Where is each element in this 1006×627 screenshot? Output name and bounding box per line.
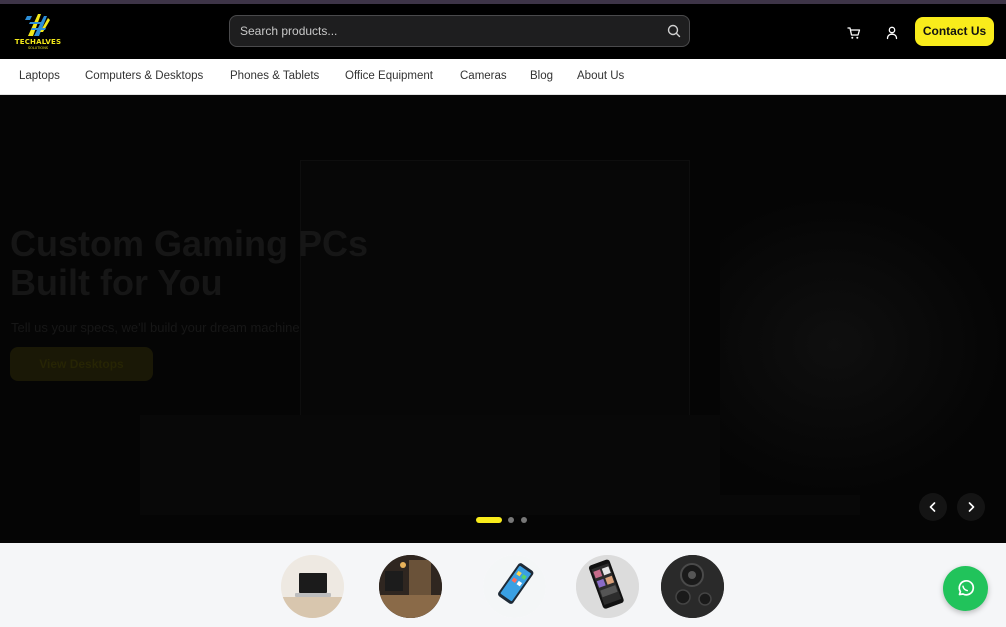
search-input[interactable] [240, 16, 660, 46]
contact-us-button[interactable]: Contact Us [915, 17, 994, 46]
hero-subtitle: Tell us your specs, we'll build your dre… [11, 320, 300, 335]
search-bar [229, 15, 690, 47]
nav-item-office-equipment[interactable]: Office Equipment [345, 70, 433, 82]
camera-category-image[interactable] [661, 555, 724, 618]
hero-background-plant [720, 195, 1006, 495]
brand-logo[interactable]: TECHALVES SOLUTIONS [10, 12, 66, 54]
view-desktops-button[interactable]: View Desktops [10, 347, 153, 381]
phone-category-image[interactable] [483, 555, 546, 618]
whatsapp-icon [958, 579, 975, 596]
nav-item-cameras[interactable]: Cameras [460, 70, 507, 82]
nav-item-about-us[interactable]: About Us [577, 70, 624, 82]
carousel-dot[interactable] [508, 517, 514, 523]
cart-icon[interactable] [846, 25, 862, 41]
nav-item-laptops[interactable]: Laptops [19, 70, 60, 82]
brand-tagline: SOLUTIONS [27, 46, 49, 50]
carousel-prev-button[interactable] [919, 493, 947, 521]
nav-item-phones-tablets[interactable]: Phones & Tablets [230, 70, 319, 82]
site-header: TECHALVES SOLUTIONS Contact Us [0, 4, 1006, 59]
laptop-category-image[interactable] [281, 555, 344, 618]
nav-item-computers-desktops[interactable]: Computers & Desktops [85, 70, 203, 82]
chevron-left-icon [929, 502, 936, 512]
chevron-right-icon [968, 502, 975, 512]
carousel-next-button[interactable] [957, 493, 985, 521]
brand-name: TECHALVES [14, 38, 62, 46]
carousel-dot[interactable] [521, 517, 527, 523]
search-icon[interactable] [667, 24, 681, 38]
tablet-category-image[interactable] [576, 555, 639, 618]
hero-title-line-2: Built for You [10, 262, 223, 303]
category-nav: Laptops Computers & Desktops Phones & Ta… [0, 59, 1006, 95]
hero-carousel: Custom Gaming PCs Built for You Tell us … [0, 95, 1006, 543]
hero-title-line-1: Custom Gaming PCs [10, 223, 369, 264]
hero-title: Custom Gaming PCs Built for You [10, 224, 430, 302]
category-strip [0, 543, 1006, 627]
whatsapp-chat-button[interactable] [943, 566, 988, 611]
desktop-category-image[interactable] [379, 555, 442, 618]
logo-mark-icon [25, 14, 50, 36]
carousel-dot-active[interactable] [476, 517, 502, 523]
user-icon[interactable] [885, 25, 899, 41]
nav-item-blog[interactable]: Blog [530, 70, 553, 82]
